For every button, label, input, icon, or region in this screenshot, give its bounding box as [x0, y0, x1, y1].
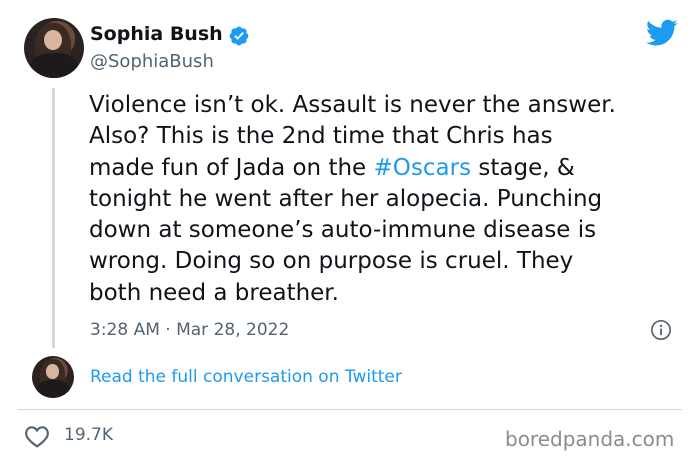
tweet-text-segment: down at someone’s auto-immune disease is	[89, 217, 597, 244]
read-full-conversation-link[interactable]: Read the full conversation on Twitter	[90, 367, 402, 387]
hashtag-link[interactable]: #Oscars	[374, 155, 472, 181]
tweet-line: made fun of Jada on the #Oscars stage, &	[89, 153, 684, 184]
divider	[18, 409, 682, 410]
tweet-line: both need a breather.	[89, 278, 684, 309]
like-count[interactable]: 19.7K	[64, 425, 113, 445]
twitter-bird-icon[interactable]	[646, 19, 678, 47]
tweet-line: Also? This is the 2nd time that Chris ha…	[89, 121, 684, 152]
tweet-line: tonight he went after her alopecia. Punc…	[89, 184, 684, 215]
tweet-line: down at someone’s auto-immune disease is	[89, 215, 684, 246]
tweet-text-segment: Also? This is the 2nd time that Chris ha…	[89, 123, 553, 150]
author-handle[interactable]: @SophiaBush	[90, 51, 214, 72]
tweet-text-segment: tonight he went after her alopecia. Punc…	[89, 185, 603, 212]
tweet-text-segment: stage, &	[471, 154, 575, 181]
tweet-text-segment: Violence isn’t ok. Assault is never the …	[89, 92, 616, 118]
tweet-text-segment: both need a breather.	[89, 279, 339, 306]
thread-line	[52, 88, 55, 348]
tweet-text-segment: wrong. Doing so on purpose is cruel. The…	[89, 248, 574, 275]
heart-icon[interactable]	[24, 424, 50, 448]
author-avatar[interactable]	[24, 18, 84, 78]
tweet-text-segment: made fun of Jada on the	[89, 154, 374, 181]
watermark: boredpanda.com	[505, 427, 675, 451]
tweet-line: wrong. Doing so on purpose is cruel. The…	[89, 246, 684, 277]
conversation-avatar	[32, 356, 74, 398]
author-display-name[interactable]: Sophia Bush	[90, 23, 223, 45]
tweet-line: Violence isn’t ok. Assault is never the …	[89, 90, 684, 121]
info-icon[interactable]	[650, 319, 672, 341]
tweet-text: Violence isn’t ok. Assault is never the …	[89, 90, 684, 309]
verified-badge-icon	[229, 26, 249, 46]
tweet-timestamp[interactable]: 3:28 AM · Mar 28, 2022	[90, 320, 289, 340]
